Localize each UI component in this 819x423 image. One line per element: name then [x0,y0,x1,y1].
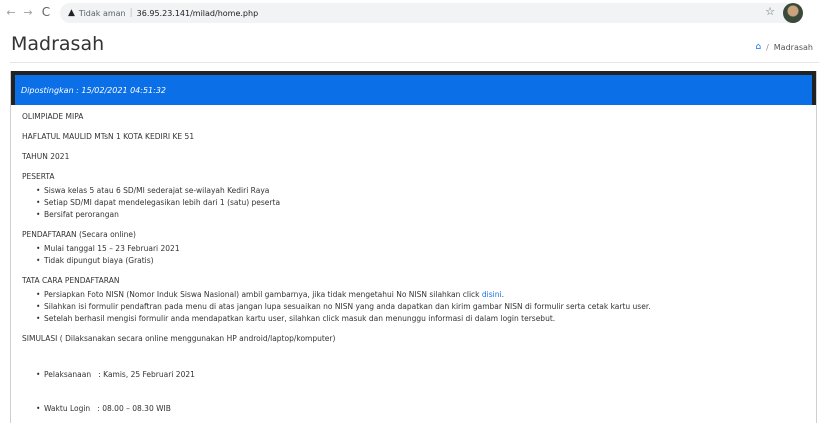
simulasi-list: Pelaksanaan : Kamis, 25 Februari 2021 Wa… [36,347,805,423]
event-year: TAHUN 2021 [22,152,70,161]
pendaftaran-list: Mulai tanggal 15 – 23 Februari 2021 Tida… [36,243,805,266]
list-item: Mulai tanggal 15 – 23 Februari 2021 [36,243,805,254]
reload-icon[interactable]: C [38,5,54,19]
url-text[interactable]: 36.95.23.141/milad/home.php [137,9,259,18]
list-item: Bersifat perorangan [36,209,805,220]
back-icon[interactable]: ← [3,6,19,19]
list-item: Pelaksanaan : Kamis, 25 Februari 2021 [36,369,805,380]
post-header: Dipostingkan : 15/02/2021 04:51:32 [11,71,816,105]
tata-cara-heading: TATA CARA PENDAFTARAN [22,276,120,285]
forward-icon[interactable]: → [20,6,36,19]
simulasi-heading: SIMULASI ( Dilaksanakan secara online me… [22,334,336,343]
breadcrumb-separator: / [766,42,769,52]
post-panel: Dipostingkan : 15/02/2021 04:51:32 OLIMP… [10,71,817,423]
address-separator: | [129,8,133,18]
list-item: Silahkan isi formulir pendaftran pada me… [36,301,805,312]
address-bar[interactable]: ▲ Tidak aman | 36.95.23.141/milad/home.p… [60,3,797,23]
list-item: Setiap SD/MI dapat mendelegasikan lebih … [36,197,805,208]
star-icon[interactable]: ☆ [765,5,775,18]
list-item: Setelah berhasil mengisi formulir anda m… [36,313,805,324]
peserta-list: Siswa kelas 5 atau 6 SD/MI sederajat se-… [36,185,805,220]
browser-toolbar: ← → C ▲ Tidak aman | 36.95.23.141/milad/… [0,0,819,26]
breadcrumb-current: Madrasah [773,42,813,52]
header-divider [10,62,819,63]
tata-cara-list: Persiapkan Foto NISN (Nomor Induk Siswa … [36,289,805,324]
peserta-heading: PESERTA [22,172,55,181]
post-date: Dipostingkan : 15/02/2021 04:51:32 [21,85,166,95]
event-name: HAFLATUL MAULID MTsN 1 KOTA KEDIRI KE 51 [22,132,195,141]
breadcrumb: ⌂ / Madrasah [755,42,813,52]
list-item: Persiapkan Foto NISN (Nomor Induk Siswa … [36,289,805,300]
security-status[interactable]: Tidak aman [79,9,126,18]
page-title: Madrasah [11,33,105,55]
list-item: Tidak dipungut biaya (Gratis) [36,255,805,266]
warning-triangle-icon[interactable]: ▲ [68,8,75,18]
post-title: OLIMPIADE MIPA [22,112,84,121]
list-item: Waktu Login : 08.00 – 08.30 WIB [36,403,805,414]
disini-link[interactable]: disini [482,290,502,299]
tata-cara-text-1-end: . [501,290,504,299]
list-item: Siswa kelas 5 atau 6 SD/MI sederajat se-… [36,185,805,196]
post-body: OLIMPIADE MIPA HAFLATUL MAULID MTsN 1 KO… [11,105,816,423]
pendaftaran-heading: PENDAFTARAN (Secara online) [22,230,136,239]
profile-avatar[interactable] [783,3,803,23]
home-icon[interactable]: ⌂ [755,42,761,52]
tata-cara-text-1: Persiapkan Foto NISN (Nomor Induk Siswa … [44,290,482,299]
